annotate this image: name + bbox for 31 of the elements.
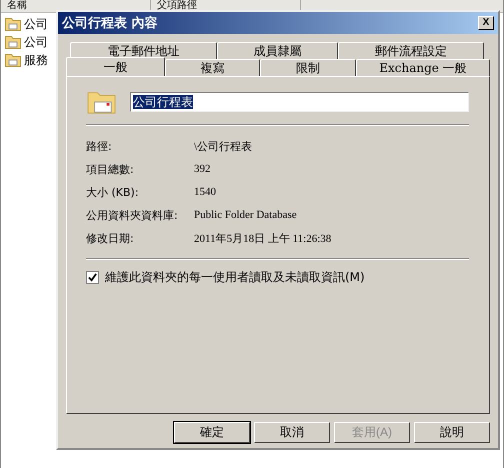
property-value: Public Folder Database — [194, 209, 297, 221]
property-label: 公用資料夾資料庫: — [86, 208, 179, 222]
checkbox-label[interactable]: 維護此資料夾的每一使用者讀取及未讀取資訊(M) — [105, 269, 365, 286]
name-field[interactable]: 公司行程表 — [130, 92, 469, 112]
window-title: 公司行程表 內容 — [62, 14, 158, 32]
folder-name[interactable]: 服務 — [24, 52, 48, 68]
checkbox[interactable] — [86, 271, 99, 284]
tab[interactable]: 郵件流程設定 — [338, 42, 484, 59]
dialog-button[interactable]: 說明 — [414, 422, 490, 443]
tab[interactable]: 成員隸屬 — [216, 42, 338, 59]
folder-name[interactable]: 公司 — [24, 16, 48, 32]
folder-icon — [5, 35, 21, 49]
tab[interactable]: 一般 — [66, 57, 165, 76]
close-button[interactable]: X — [478, 16, 494, 30]
tab[interactable]: Exchange 一般 — [356, 59, 490, 76]
dialog-button[interactable]: 取消 — [254, 422, 330, 443]
property-label: 路徑: — [86, 138, 113, 154]
dialog-button[interactable]: 確定 — [174, 422, 250, 443]
property-value: 392 — [194, 163, 210, 175]
tab[interactable]: 電子郵件地址 — [70, 42, 217, 59]
property-value: 2011年5月18日 上午 11:26:38 — [194, 232, 332, 246]
tab[interactable]: 複寫 — [164, 59, 260, 76]
property-value: 1540 — [194, 186, 216, 198]
folder-icon — [5, 17, 21, 31]
property-value: \公司行程表 — [194, 140, 252, 154]
tab[interactable]: 限制 — [260, 59, 356, 76]
property-label: 修改日期: — [86, 230, 135, 246]
folder-icon — [5, 53, 21, 67]
folder-name[interactable]: 公司 — [24, 34, 48, 50]
property-label: 項目總數: — [86, 162, 135, 176]
property-label: 大小 (KB): — [86, 184, 140, 200]
